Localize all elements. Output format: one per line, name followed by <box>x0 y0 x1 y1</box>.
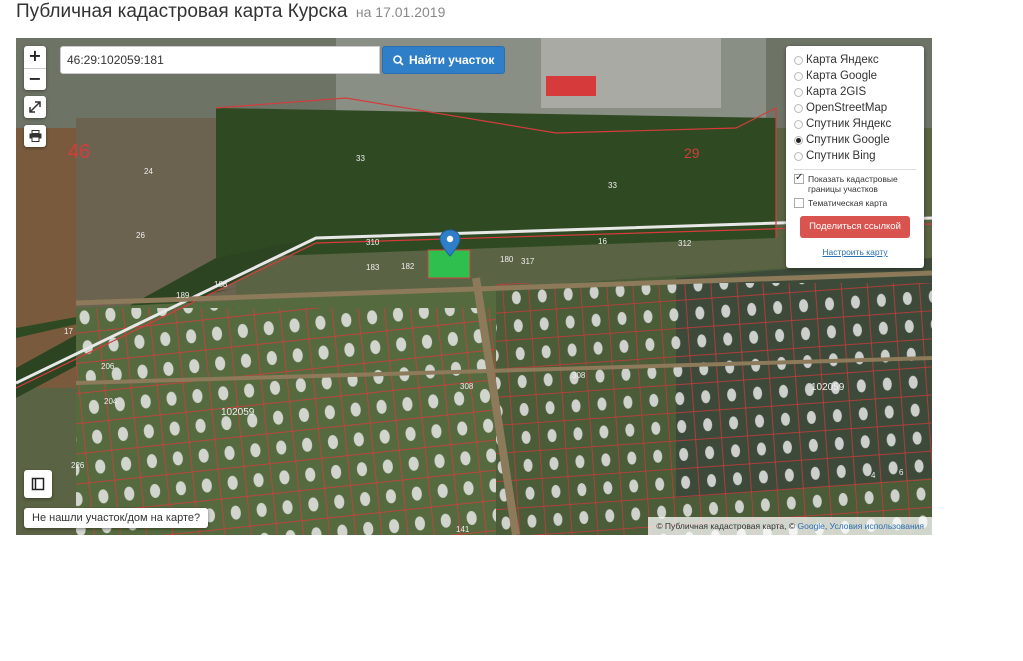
parcel-label: 204 <box>104 397 118 406</box>
zoom-in-button[interactable]: + <box>24 46 46 68</box>
thematic-map-label: Тематическая карта <box>808 198 888 208</box>
layer-label: Карта Яндекс <box>806 54 879 66</box>
find-parcel-button[interactable]: Найти участок <box>382 46 506 74</box>
print-icon <box>29 130 41 142</box>
layer-option[interactable]: Карта Google <box>794 68 916 84</box>
parcel-label: 33 <box>608 181 617 190</box>
parcel-label: 189 <box>176 291 190 300</box>
share-link-button[interactable]: Поделиться ссылкой <box>800 216 910 238</box>
search-icon <box>393 54 404 66</box>
radio-icon <box>794 87 803 97</box>
layer-option[interactable]: Спутник Bing <box>794 148 916 164</box>
layer-panel: Карта Яндекс Карта Google Карта 2GIS Ope… <box>786 46 924 268</box>
page-title: Публичная кадастровая карта Курска <box>16 1 348 22</box>
fullscreen-button[interactable] <box>24 96 46 118</box>
parcel-label: 182 <box>401 262 415 271</box>
zoom-control: + − <box>24 46 46 90</box>
map-attribution: © Публичная кадастровая карта, © Google,… <box>648 517 932 535</box>
parcel-label: 226 <box>71 461 85 470</box>
parcel-label: 188 <box>214 280 228 289</box>
google-link[interactable]: Google <box>798 521 825 531</box>
parcel-label: 308 <box>572 371 586 380</box>
radio-icon <box>794 71 803 81</box>
page-date: на 17.01.2019 <box>355 4 446 20</box>
search-bar: Найти участок <box>60 46 506 74</box>
divider <box>794 169 916 170</box>
layer-option[interactable]: Карта 2GIS <box>794 84 916 100</box>
parcel-label: 17 <box>64 327 73 336</box>
not-found-button[interactable]: Не нашли участок/дом на карте? <box>24 508 209 528</box>
book-icon <box>31 477 45 491</box>
page-header: Публичная кадастровая карта Курска на 17… <box>16 0 445 28</box>
parcel-label: 33 <box>356 154 365 163</box>
parcel-label: 308 <box>460 382 474 391</box>
parcel-label: 16 <box>598 237 607 246</box>
layer-option[interactable]: Карта Яндекс <box>794 52 916 68</box>
parcel-label: 180 <box>500 255 514 264</box>
checkbox-checked-icon <box>794 173 804 184</box>
radio-icon <box>794 55 803 65</box>
layer-label: Спутник Google <box>806 134 890 146</box>
layer-option[interactable]: Спутник Google <box>794 132 916 148</box>
show-borders-toggle[interactable]: Показать кадастровые границы участков <box>794 173 916 194</box>
thematic-map-toggle[interactable]: Тематическая карта <box>794 198 916 208</box>
expand-icon <box>29 101 41 113</box>
district-label: 46 <box>68 141 90 163</box>
radio-icon <box>794 151 803 161</box>
attribution-text: © Публичная кадастровая карта, © <box>656 521 796 531</box>
radio-selected-icon <box>794 135 803 145</box>
quarter-label: 102059 <box>221 407 255 418</box>
zoom-out-button[interactable]: − <box>24 68 46 90</box>
district-label: 29 <box>684 145 700 161</box>
parcel-label: 310 <box>366 238 380 247</box>
print-button[interactable] <box>24 125 46 147</box>
checkbox-icon <box>794 198 804 208</box>
parcel-label: 317 <box>521 257 535 266</box>
legend-button[interactable] <box>24 470 52 498</box>
show-borders-label: Показать кадастровые границы участков <box>808 174 898 194</box>
layer-label: Карта 2GIS <box>806 86 867 98</box>
parcel-label: 26 <box>136 231 145 240</box>
layer-label: OpenStreetMap <box>806 102 888 114</box>
find-parcel-label: Найти участок <box>409 53 495 67</box>
terms-link[interactable]: Условия использования <box>830 521 924 531</box>
layer-option[interactable]: OpenStreetMap <box>794 100 916 116</box>
parcel-label: 206 <box>101 362 115 371</box>
cadastral-map[interactable]: 46 29 102059 102059 33 33 24 26 310 183 … <box>16 38 932 535</box>
parcel-label: 24 <box>144 167 153 176</box>
parcel-label: 4 <box>871 471 876 480</box>
parcel-label: 183 <box>366 263 380 272</box>
layer-option[interactable]: Спутник Яндекс <box>794 116 916 132</box>
radio-icon <box>794 119 803 129</box>
layer-label: Спутник Яндекс <box>806 118 892 130</box>
parcel-label: 6 <box>899 468 904 477</box>
layer-label: Карта Google <box>806 70 878 82</box>
parcel-label: 312 <box>678 239 692 248</box>
cadastral-number-input[interactable] <box>60 46 380 74</box>
layer-label: Спутник Bing <box>806 150 876 162</box>
configure-map-link[interactable]: Настроить карту <box>794 247 916 257</box>
quarter-label: 102059 <box>811 382 845 393</box>
parcel-label: 141 <box>456 525 470 534</box>
radio-icon <box>794 103 803 113</box>
